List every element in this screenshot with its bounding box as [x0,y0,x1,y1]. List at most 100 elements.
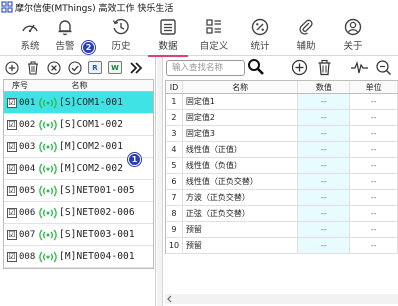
add-device-button[interactable] [4,60,19,75]
device-checkbox[interactable]: ☑ [7,97,17,108]
write-button[interactable]: W [108,61,122,74]
device-index: 005 [19,185,36,196]
data-row[interactable]: 9 预留 -- -- [166,222,398,238]
device-checkbox[interactable]: ☑ [7,229,17,240]
data-row[interactable]: 6 线性值（正负交替） -- -- [166,174,398,190]
data-value-cell[interactable]: -- [298,238,351,253]
custom-layout-icon [206,19,221,34]
signal-icon [39,141,57,152]
signal-icon [39,185,57,196]
gauge-icon [22,24,38,33]
device-name: [M]NET004-001 [59,251,135,262]
data-row[interactable]: 3 固定值3 -- -- [166,126,398,142]
toolbar-assist-button[interactable]: 辅助 [288,17,324,55]
device-checkbox[interactable]: ☑ [7,141,17,152]
data-panel: 输入查找名称 ID 名称 数值 单位 1 固定值1 -- -- 2 固定值2 -… [163,57,398,306]
toolbar-system-button[interactable]: 系统 [12,17,48,55]
data-value-cell[interactable]: -- [298,206,351,221]
data-value-cell[interactable]: -- [298,222,351,237]
double-chevron-right-icon [129,61,142,74]
window-title: 摩尔信使(MThings) 高效工作 快乐生活 [15,3,174,14]
delete-device-button[interactable] [25,60,40,75]
search-input[interactable]: 输入查找名称 [166,60,245,76]
device-name: [S]NET001-005 [59,185,135,196]
signal-icon [39,119,57,130]
percent-icon [251,18,269,36]
toolbar-custom-label: 自定义 [199,41,229,52]
data-row[interactable]: 2 固定值2 -- -- [166,110,398,126]
header-index: 序号 [12,81,28,90]
device-row[interactable]: ☑ 006 [S]NET002-006 [4,202,153,224]
data-value-cell[interactable]: -- [298,126,351,141]
data-name-cell: 线性值（正值） [183,142,299,157]
zoom-out-icon[interactable] [375,59,392,76]
data-row[interactable]: 1 固定值1 -- -- [166,94,398,110]
search-icon[interactable] [247,58,265,76]
paperclip-icon [299,19,313,35]
device-row[interactable]: ☑ 001 [S]COM1-001 [4,92,153,114]
data-name-cell: 正弦（正负交替） [183,206,299,221]
toolbar-alarm-button[interactable]: 告警 [47,17,83,55]
device-checkbox[interactable]: ☑ [7,251,17,262]
toolbar-data-button[interactable]: 数据 [148,17,188,57]
check-circle-icon [67,60,82,75]
data-value-cell[interactable]: -- [298,142,351,157]
toolbar-about-button[interactable]: 关于 [335,17,371,55]
toolbar-history-button[interactable]: 历史 [103,17,139,55]
data-value-cell[interactable]: -- [298,174,351,189]
data-value-cell[interactable]: -- [298,158,351,173]
device-index: 007 [19,229,36,240]
data-id: 10 [166,238,183,253]
header-name: 名称 [71,81,88,90]
data-unit-cell: -- [350,238,398,253]
data-row[interactable]: 5 线性值（负值） -- -- [166,158,398,174]
device-checkbox[interactable]: ☑ [7,185,17,196]
device-row[interactable]: ☑ 002 [S]COM1-002 [4,114,153,136]
toolbar-statistics-label: 统计 [250,41,270,52]
disconnect-button[interactable] [46,60,61,75]
user-circle-icon [344,18,362,36]
device-row[interactable]: ☑ 005 [S]NET001-005 [4,180,153,202]
data-value-cell[interactable]: -- [298,110,351,125]
data-table: ID 名称 数值 单位 1 固定值1 -- -- 2 固定值2 -- -- 3 固定值3 -- -- 4… [165,80,398,254]
device-row[interactable]: ☑ 007 [S]NET003-001 [4,224,153,246]
device-name: [S]NET003-001 [59,229,135,240]
data-row[interactable]: 4 线性值（正值） -- -- [166,142,398,158]
data-id: 7 [166,190,183,205]
data-unit-cell: -- [350,110,398,125]
device-checkbox[interactable]: ☑ [7,119,17,130]
data-name-cell: 线性值（正负交替） [183,174,299,189]
device-checkbox[interactable]: ☑ [7,163,17,174]
data-table-header: ID 名称 数值 单位 [166,81,398,94]
data-name-cell: 固定值1 [183,94,299,109]
read-button[interactable]: R [88,61,102,74]
expand-button[interactable] [128,60,143,75]
waveform-icon[interactable] [351,61,368,75]
data-id: 5 [166,158,183,173]
data-row[interactable]: 7 方波（正负交替） -- -- [166,190,398,206]
data-id: 1 [166,94,183,109]
toolbar-statistics-button[interactable]: 统计 [242,17,278,55]
data-id: 4 [166,142,183,157]
data-row[interactable]: 8 正弦（正负交替） -- -- [166,206,398,222]
data-value-cell[interactable]: -- [298,190,351,205]
toolbar-custom-button[interactable]: 自定义 [196,17,232,55]
signal-icon [39,207,57,218]
confirm-button[interactable] [67,60,82,75]
add-circle-icon[interactable] [291,59,308,76]
data-id: 3 [166,126,183,141]
data-value-cell[interactable]: -- [298,94,351,109]
data-unit-cell: -- [350,94,398,109]
annotation-badge-one: 1 [128,153,141,166]
device-name: [S]NET002-006 [59,207,135,218]
device-index: 004 [19,163,36,174]
device-table-header: 序号 名称 [4,80,153,92]
device-row[interactable]: ☑ 008 [M]NET004-001 [4,246,153,268]
data-unit-cell: -- [350,158,398,173]
trash-icon[interactable] [316,59,333,76]
horizontal-scrollbar[interactable] [165,294,398,304]
data-row[interactable]: 10 预留 -- -- [166,238,398,254]
toolbar-system-label: 系统 [20,41,40,52]
data-unit-cell: -- [350,222,398,237]
device-checkbox[interactable]: ☑ [7,207,17,218]
